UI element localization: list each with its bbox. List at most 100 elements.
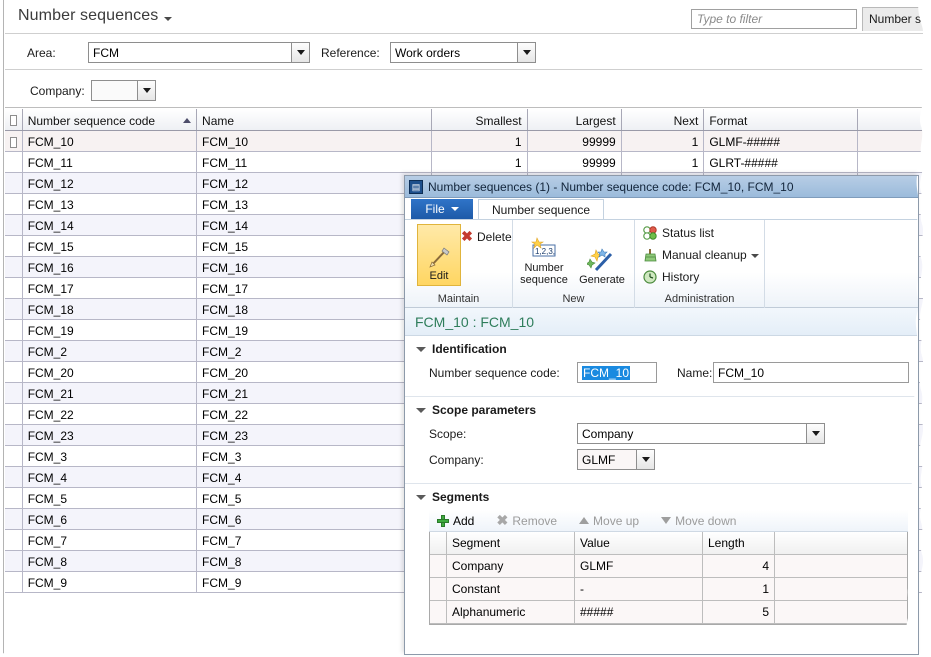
row-cell-name[interactable]: FCM_2 — [197, 341, 432, 361]
new-number-sequence-button[interactable]: 1,2,3, Number sequence — [515, 224, 573, 289]
column-header-format[interactable]: Format — [704, 109, 858, 130]
row-cell-name[interactable]: FCM_22 — [197, 404, 432, 424]
row-cell-name[interactable]: FCM_17 — [197, 278, 432, 298]
segments-cell-segment[interactable]: Constant — [447, 578, 575, 600]
move-up-button[interactable]: Move up — [579, 514, 639, 528]
section-identification-header[interactable]: Identification — [405, 342, 918, 356]
row-select-checkbox-cell[interactable] — [5, 131, 23, 151]
row-select-checkbox-cell[interactable] — [5, 530, 23, 550]
segments-cell-length[interactable]: 5 — [703, 601, 775, 623]
segments-cell-value[interactable]: - — [575, 578, 703, 600]
row-cell-name[interactable]: FCM_16 — [197, 257, 432, 277]
section-scope-header[interactable]: Scope parameters — [405, 403, 918, 417]
row-cell-name[interactable]: FCM_10 — [197, 131, 432, 151]
row-cell-name[interactable]: FCM_6 — [197, 509, 432, 529]
row-select-checkbox-cell[interactable] — [5, 383, 23, 403]
row-cell-code[interactable]: FCM_3 — [23, 446, 198, 466]
row-select-checkbox-cell[interactable] — [5, 404, 23, 424]
tab-number-sequence[interactable]: Number sequence — [478, 199, 605, 219]
row-cell-code[interactable]: FCM_17 — [23, 278, 198, 298]
checkbox-icon[interactable] — [10, 136, 17, 148]
chevron-down-icon[interactable] — [137, 81, 155, 100]
segments-table-row[interactable]: Alphanumeric ##### 5 — [430, 601, 907, 624]
row-cell-name[interactable]: FCM_11 — [197, 152, 432, 172]
generate-button[interactable]: Generate — [573, 224, 631, 289]
row-cell-name[interactable]: FCM_15 — [197, 236, 432, 256]
row-cell-name[interactable]: FCM_13 — [197, 194, 432, 214]
scope-company-select[interactable]: GLMF — [577, 449, 655, 470]
chevron-down-icon[interactable] — [517, 43, 535, 62]
collapse-triangle-icon[interactable] — [416, 407, 426, 413]
segments-table-row[interactable]: Constant -1 — [430, 578, 907, 601]
delete-button[interactable]: ✖ Delete — [461, 229, 512, 244]
row-cell-code[interactable]: FCM_12 — [23, 173, 198, 193]
row-select-checkbox-cell[interactable] — [5, 551, 23, 571]
segments-column-value[interactable]: Value — [575, 532, 703, 554]
row-cell-name[interactable]: FCM_8 — [197, 551, 432, 571]
segments-grid[interactable]: Segment Value Length Company GLMF 4 Constan… — [429, 532, 908, 625]
column-header-name[interactable]: Name — [197, 109, 432, 130]
section-segments-header[interactable]: Segments — [405, 490, 918, 504]
row-cell-name[interactable]: FCM_5 — [197, 488, 432, 508]
move-down-button[interactable]: Move down — [661, 514, 736, 528]
row-cell-code[interactable]: FCM_14 — [23, 215, 198, 235]
row-cell-name[interactable]: FCM_12 — [197, 173, 432, 193]
row-cell-code[interactable]: FCM_23 — [23, 425, 198, 445]
scope-select[interactable]: Company — [577, 423, 825, 444]
row-cell-code[interactable]: FCM_18 — [23, 299, 198, 319]
row-cell-code[interactable]: FCM_10 — [23, 131, 198, 151]
search-input[interactable] — [691, 9, 857, 29]
segments-select-all-cell[interactable] — [430, 532, 447, 554]
segments-cell-value[interactable]: ##### — [575, 601, 703, 623]
row-select-checkbox-cell[interactable] — [5, 572, 23, 592]
table-row[interactable]: FCM_11 FCM_11 1 99999 1 GLRT-##### — [5, 152, 925, 173]
segments-column-length[interactable]: Length — [703, 532, 775, 554]
segments-row-select-cell[interactable] — [430, 578, 447, 600]
segments-column-segment[interactable]: Segment — [447, 532, 575, 554]
column-header-next[interactable]: Next — [622, 109, 705, 130]
checkbox-icon[interactable] — [10, 115, 17, 126]
row-cell-code[interactable]: FCM_9 — [23, 572, 198, 592]
column-header-largest[interactable]: Largest — [528, 109, 622, 130]
company-filter-select[interactable] — [91, 80, 156, 101]
row-cell-format[interactable]: GLRT-##### — [704, 152, 858, 172]
segments-table-row[interactable]: Company GLMF 4 — [430, 555, 907, 578]
page-title-group[interactable]: Number sequences — [18, 7, 173, 25]
row-cell-code[interactable]: FCM_13 — [23, 194, 198, 214]
dialog-titlebar[interactable]: ▤ Number sequences (1) - Number sequence… — [405, 176, 918, 198]
segments-cell-extra[interactable] — [775, 601, 907, 623]
edit-button[interactable]: Edit — [417, 224, 461, 286]
row-cell-name[interactable]: FCM_20 — [197, 362, 432, 382]
chevron-down-icon[interactable] — [750, 254, 759, 258]
row-select-checkbox-cell[interactable] — [5, 299, 23, 319]
segments-cell-value[interactable]: GLMF — [575, 555, 703, 577]
row-select-checkbox-cell[interactable] — [5, 488, 23, 508]
segments-row-select-cell[interactable] — [430, 555, 447, 577]
segments-row-select-cell[interactable] — [430, 601, 447, 623]
row-cell-code[interactable]: FCM_4 — [23, 467, 198, 487]
row-select-checkbox-cell[interactable] — [5, 341, 23, 361]
row-cell-next[interactable]: 1 — [622, 152, 705, 172]
row-select-checkbox-cell[interactable] — [5, 215, 23, 235]
segments-cell-extra[interactable] — [775, 555, 907, 577]
row-cell-code[interactable]: FCM_2 — [23, 341, 198, 361]
segments-cell-length[interactable]: 1 — [703, 578, 775, 600]
row-cell-code[interactable]: FCM_7 — [23, 530, 198, 550]
row-select-checkbox-cell[interactable] — [5, 152, 23, 172]
row-select-checkbox-cell[interactable] — [5, 278, 23, 298]
status-list-button[interactable]: Status list — [643, 226, 714, 240]
row-select-checkbox-cell[interactable] — [5, 173, 23, 193]
area-select[interactable]: FCM — [88, 42, 310, 63]
row-cell-code[interactable]: FCM_5 — [23, 488, 198, 508]
number-sequence-code-input[interactable]: FCM_10 — [577, 362, 657, 383]
row-cell-smallest[interactable]: 1 — [432, 131, 528, 151]
row-cell-name[interactable]: FCM_4 — [197, 467, 432, 487]
row-cell-name[interactable]: FCM_18 — [197, 299, 432, 319]
row-cell-name[interactable]: FCM_21 — [197, 383, 432, 403]
row-cell-code[interactable]: FCM_16 — [23, 257, 198, 277]
row-cell-code[interactable]: FCM_11 — [23, 152, 198, 172]
select-all-checkbox-cell[interactable] — [5, 109, 23, 130]
row-select-checkbox-cell[interactable] — [5, 362, 23, 382]
add-segment-button[interactable]: Add — [437, 514, 474, 528]
segments-cell-segment[interactable]: Company — [447, 555, 575, 577]
